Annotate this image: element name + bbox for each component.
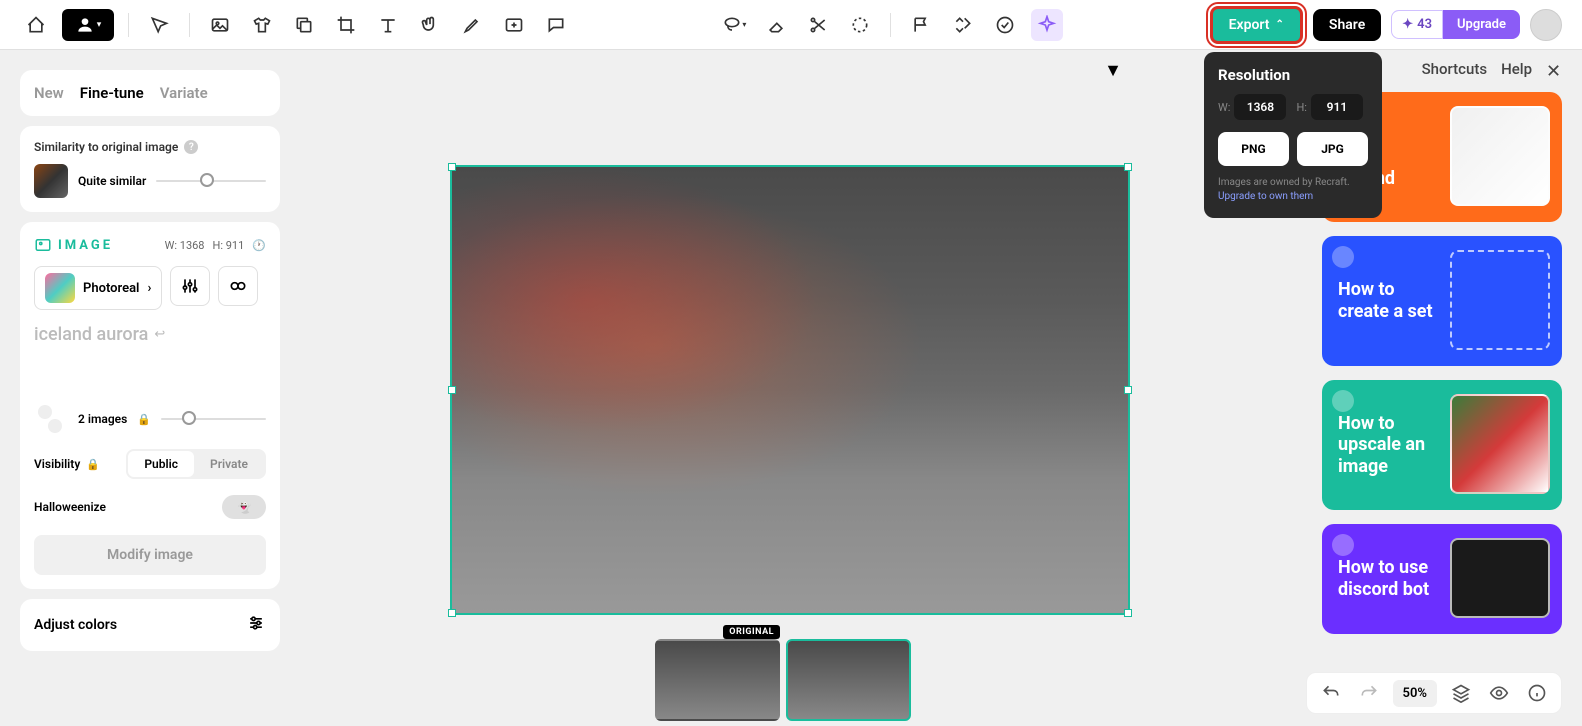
share-button[interactable]: Share	[1313, 9, 1381, 41]
filter-icon[interactable]: ▼	[1104, 60, 1122, 81]
shortcuts-link[interactable]: Shortcuts	[1422, 60, 1487, 78]
thumbnail-original[interactable]	[655, 639, 780, 721]
flag-icon[interactable]	[905, 9, 937, 41]
eye-icon[interactable]	[1485, 679, 1513, 707]
refresh-image-icon[interactable]	[498, 9, 530, 41]
image-title: IMAGE	[34, 236, 113, 254]
public-button[interactable]: Public	[128, 451, 194, 477]
private-button[interactable]: Private	[194, 451, 264, 477]
cursor-icon[interactable]	[143, 9, 175, 41]
credits-button[interactable]: ✦ 43	[1391, 10, 1443, 39]
transform-icon[interactable]	[947, 9, 979, 41]
card-upscale[interactable]: How to upscale an image	[1322, 380, 1562, 510]
undo-icon[interactable]	[1317, 679, 1345, 707]
scissors-icon[interactable]	[802, 9, 834, 41]
width-input[interactable]	[1234, 94, 1286, 120]
avatar[interactable]	[1530, 9, 1562, 41]
halloweenize-switch[interactable]: 👻	[222, 495, 266, 519]
resize-handle-tl[interactable]	[448, 163, 456, 171]
sliders-icon	[246, 613, 266, 637]
images-dots-icon	[34, 405, 68, 433]
user-tool-dropdown[interactable]: ▾	[62, 9, 114, 41]
resize-handle-bl[interactable]	[448, 609, 456, 617]
prompt-text[interactable]: iceland aurora ↩	[34, 324, 266, 345]
settings-button[interactable]	[170, 266, 210, 306]
resolution-title: Resolution	[1218, 66, 1368, 84]
help-icon[interactable]: ?	[184, 140, 198, 154]
tab-variate[interactable]: Variate	[160, 84, 208, 102]
redo-icon[interactable]	[1355, 679, 1383, 707]
shirt-icon[interactable]	[246, 9, 278, 41]
adjust-colors-panel[interactable]: Adjust colors	[20, 599, 280, 651]
export-button[interactable]: Export⌃	[1210, 6, 1303, 44]
checkmark-circle-icon[interactable]	[989, 9, 1021, 41]
eraser-icon[interactable]	[760, 9, 792, 41]
magic-icon[interactable]	[1031, 9, 1063, 41]
text-icon[interactable]	[372, 9, 404, 41]
png-button[interactable]: PNG	[1218, 132, 1289, 166]
highlight-icon[interactable]	[456, 9, 488, 41]
images-count: 2 images	[78, 412, 127, 426]
resize-handle-mr[interactable]	[1124, 386, 1132, 394]
circle-dashed-icon[interactable]	[844, 9, 876, 41]
chevron-right-icon: ›	[147, 281, 151, 296]
copy-icon[interactable]	[288, 9, 320, 41]
adjust-colors-label: Adjust colors	[34, 617, 117, 633]
ownership-text: Images are owned by Recraft. Upgrade to …	[1218, 176, 1368, 204]
jpg-button[interactable]: JPG	[1297, 132, 1368, 166]
upgrade-button[interactable]: Upgrade	[1443, 10, 1520, 39]
image-icon[interactable]	[204, 9, 236, 41]
clock-icon[interactable]: 🕐	[252, 239, 266, 252]
link-button[interactable]	[218, 266, 258, 306]
visibility-label: Visibility	[34, 457, 80, 471]
crop-icon[interactable]	[330, 9, 362, 41]
style-chip[interactable]: Photoreal ›	[34, 266, 162, 310]
modify-button[interactable]: Modify image	[34, 535, 266, 575]
dimensions: W: 1368 H: 911 🕐	[165, 239, 266, 252]
similarity-thumb	[34, 164, 68, 198]
lock-icon: 🔒	[137, 413, 151, 426]
comment-icon[interactable]	[540, 9, 572, 41]
similarity-value: Quite similar	[78, 174, 146, 188]
hand-icon[interactable]	[414, 9, 446, 41]
tab-new[interactable]: New	[34, 84, 64, 102]
close-icon[interactable]: ✕	[1546, 61, 1562, 77]
similarity-slider[interactable]	[156, 180, 266, 182]
visibility-toggle[interactable]: Public Private	[126, 449, 266, 479]
zoom-level[interactable]: 50%	[1393, 680, 1437, 707]
upgrade-link[interactable]: Upgrade to own them	[1218, 191, 1313, 202]
card-discord[interactable]: How to use discord bot	[1322, 524, 1562, 634]
info-icon[interactable]	[1523, 679, 1551, 707]
main-canvas-image[interactable]	[450, 165, 1130, 615]
image-panel: IMAGE W: 1368 H: 911 🕐 Photoreal › icela…	[20, 222, 280, 589]
export-popup: Resolution W: H: PNG JPG Images are owne…	[1204, 52, 1382, 218]
similarity-label: Similarity to original image	[34, 140, 178, 154]
lock-icon: 🔒	[86, 458, 100, 471]
thumbnail-variant[interactable]	[786, 639, 911, 721]
halloweenize-label: Halloweenize	[34, 500, 106, 514]
resize-handle-ml[interactable]	[448, 386, 456, 394]
resize-handle-br[interactable]	[1124, 609, 1132, 617]
images-slider[interactable]	[161, 418, 266, 420]
home-icon[interactable]	[20, 9, 52, 41]
tab-fine-tune[interactable]: Fine-tune	[80, 84, 144, 102]
similarity-panel: Similarity to original image ? Quite sim…	[20, 126, 280, 212]
height-label: H:	[1296, 101, 1307, 114]
resize-handle-tr[interactable]	[1124, 163, 1132, 171]
original-tag: ORIGINAL	[723, 625, 780, 639]
width-label: W:	[1218, 101, 1230, 114]
layers-icon[interactable]	[1447, 679, 1475, 707]
help-link[interactable]: Help	[1501, 60, 1532, 78]
card-create-set[interactable]: How to create a set	[1322, 236, 1562, 366]
lasso-icon[interactable]: ▾	[718, 9, 750, 41]
height-input[interactable]	[1311, 94, 1363, 120]
